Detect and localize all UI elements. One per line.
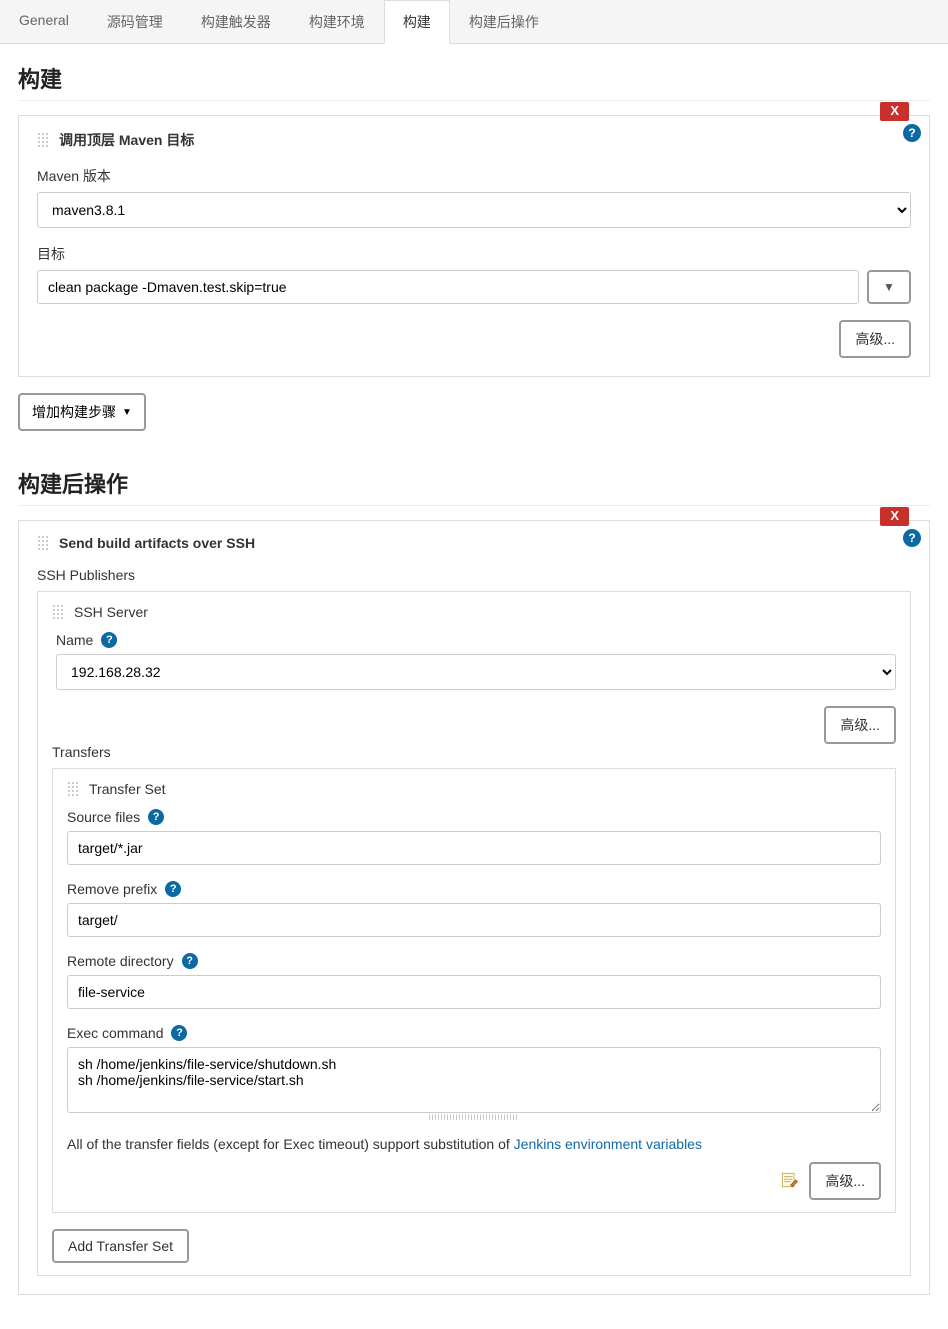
drag-handle-icon[interactable] xyxy=(52,604,64,620)
resize-handle-icon[interactable] xyxy=(429,1114,519,1120)
drag-handle-icon[interactable] xyxy=(37,132,49,148)
remote-directory-label: Remote directory ? xyxy=(67,953,881,969)
remove-prefix-label: Remove prefix ? xyxy=(67,881,881,897)
post-section-title: 构建后操作 xyxy=(18,467,930,506)
ssh-server-select[interactable]: 192.168.28.32 xyxy=(56,654,896,690)
add-transfer-set-button[interactable]: Add Transfer Set xyxy=(52,1229,189,1263)
transfer-advanced-button[interactable]: 高级... xyxy=(809,1162,881,1200)
help-icon[interactable]: ? xyxy=(165,881,181,897)
post-build-section: 构建后操作 X ? Send build artifacts over SSH … xyxy=(0,449,948,1329)
help-icon[interactable]: ? xyxy=(171,1025,187,1041)
config-tabs: General 源码管理 构建触发器 构建环境 构建 构建后操作 xyxy=(0,0,948,44)
ssh-step-box: X ? Send build artifacts over SSH SSH Pu… xyxy=(18,520,930,1295)
caret-down-icon: ▼ xyxy=(122,407,132,418)
maven-advanced-button[interactable]: 高级... xyxy=(839,320,911,358)
maven-step-box: X ? 调用顶层 Maven 目标 Maven 版本 maven3.8.1 目标… xyxy=(18,115,930,377)
env-vars-link[interactable]: Jenkins environment variables xyxy=(514,1136,702,1152)
name-label: Name ? xyxy=(56,632,896,648)
transfer-set-label: Transfer Set xyxy=(89,781,166,797)
remote-directory-input[interactable] xyxy=(67,975,881,1009)
ssh-server-box: SSH Server Name ? 192.168.28.32 高级... Tr… xyxy=(37,591,911,1276)
maven-step-title: 调用顶层 Maven 目标 xyxy=(59,130,194,150)
source-files-input[interactable] xyxy=(67,831,881,865)
build-section: 构建 X ? 调用顶层 Maven 目标 Maven 版本 maven3.8.1… xyxy=(0,44,948,449)
goal-dropdown-button[interactable]: ▼ xyxy=(867,270,911,304)
add-build-step-button[interactable]: 增加构建步骤 ▼ xyxy=(18,393,146,431)
tab-env[interactable]: 构建环境 xyxy=(290,0,384,43)
tab-post[interactable]: 构建后操作 xyxy=(450,0,558,43)
ssh-server-label: SSH Server xyxy=(74,604,148,620)
tab-triggers[interactable]: 构建触发器 xyxy=(182,0,290,43)
transfer-set-box: Transfer Set Source files ? Remove prefi… xyxy=(52,768,896,1213)
maven-version-label: Maven 版本 xyxy=(37,166,911,186)
transfers-label: Transfers xyxy=(52,744,896,760)
tab-scm[interactable]: 源码管理 xyxy=(88,0,182,43)
substitution-info-text: All of the transfer fields (except for E… xyxy=(67,1136,881,1152)
ssh-step-header: Send build artifacts over SSH xyxy=(37,535,911,551)
step-header: 调用顶层 Maven 目标 xyxy=(37,130,911,150)
help-icon[interactable]: ? xyxy=(101,632,117,648)
maven-version-select[interactable]: maven3.8.1 xyxy=(37,192,911,228)
ssh-publishers-label: SSH Publishers xyxy=(37,567,911,583)
goal-label: 目标 xyxy=(37,244,911,264)
source-files-label: Source files ? xyxy=(67,809,881,825)
drag-handle-icon[interactable] xyxy=(67,781,79,797)
delete-step-button[interactable]: X xyxy=(880,102,909,121)
ssh-step-title: Send build artifacts over SSH xyxy=(59,535,255,551)
help-icon[interactable]: ? xyxy=(182,953,198,969)
tab-general[interactable]: General xyxy=(0,0,88,43)
notepad-icon xyxy=(779,1170,799,1193)
help-icon[interactable]: ? xyxy=(148,809,164,825)
delete-ssh-step-button[interactable]: X xyxy=(880,507,909,526)
tab-build[interactable]: 构建 xyxy=(384,0,450,44)
exec-command-textarea[interactable]: sh /home/jenkins/file-service/shutdown.s… xyxy=(67,1047,881,1113)
exec-command-label: Exec command ? xyxy=(67,1025,881,1041)
ssh-server-advanced-button[interactable]: 高级... xyxy=(824,706,896,744)
build-section-title: 构建 xyxy=(18,62,930,101)
drag-handle-icon[interactable] xyxy=(37,535,49,551)
goal-input[interactable] xyxy=(37,270,859,304)
remove-prefix-input[interactable] xyxy=(67,903,881,937)
